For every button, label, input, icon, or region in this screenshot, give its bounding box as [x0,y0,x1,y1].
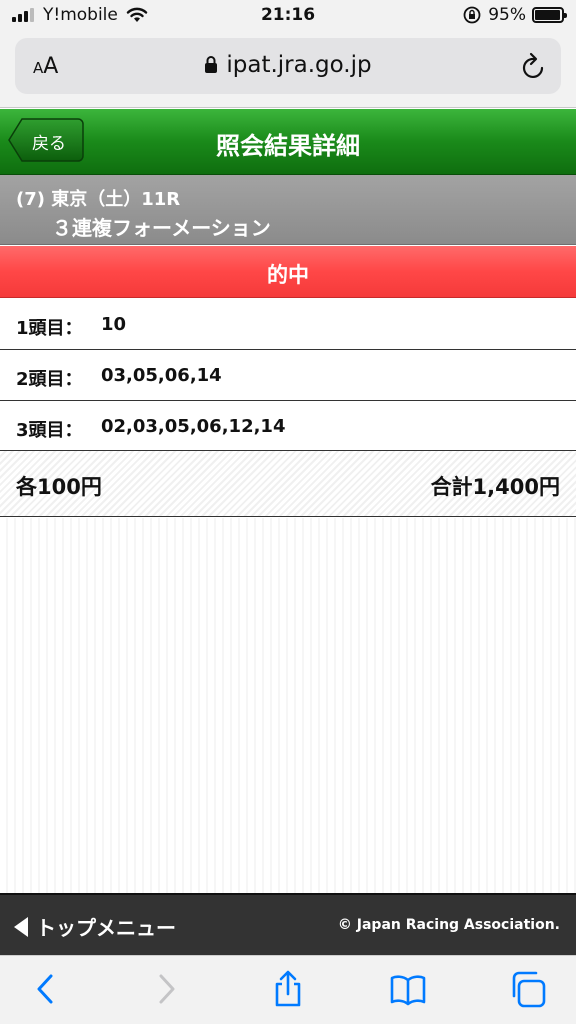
race-info: (7) 東京（土）11R ３連複フォーメーション [0,175,576,245]
status-bar: Y!mobile 21:16 95% [0,0,576,32]
back-icon[interactable] [28,970,64,1008]
rotation-lock-icon [463,6,481,24]
selection-label: 3頭目： [16,420,83,441]
battery-icon [532,7,567,23]
result-status-badge: 的中 [0,246,576,298]
lock-icon [205,56,218,73]
reload-icon[interactable] [521,52,547,80]
copyright: © Japan Racing Association. [337,917,560,933]
battery-fill [535,10,560,20]
top-menu-link[interactable]: トップメニュー [14,912,176,941]
selection-value: 03,05,06,14 [101,365,222,386]
amount-row: 各100円 合計1,400円 [0,451,576,517]
content-background [0,518,576,893]
selection-value: 02,03,05,06,12,14 [101,416,286,437]
bet-type: ３連複フォーメーション [52,216,271,240]
amount-per-bet: 各100円 [16,475,102,499]
url-text[interactable]: ipat.jra.go.jp [15,52,561,78]
selection-label: 1頭目： [16,318,83,339]
battery-percent: 95% [488,5,526,25]
amount-total: 合計1,400円 [430,475,560,499]
race-name: (7) 東京（土）11R [16,189,181,210]
selection-row: 3頭目： 02,03,05,06,12,14 [0,401,576,451]
page-title: 照会結果詳細 [216,132,360,160]
share-icon[interactable] [270,970,306,1008]
back-triangle-icon [14,916,28,937]
top-menu-label: トップメニュー [36,916,176,940]
browser-address-area: AA ipat.jra.go.jp [0,32,576,108]
selection-label: 2頭目： [16,369,83,390]
forward-icon[interactable] [148,970,184,1008]
selection-row: 1頭目： 10 [0,299,576,350]
title-bar: 戻る 照会結果詳細 [0,109,576,175]
page-footer: トップメニュー © Japan Racing Association. [0,893,576,955]
tabs-icon[interactable] [510,970,546,1008]
address-bar[interactable]: AA ipat.jra.go.jp [15,38,561,94]
selection-row: 2頭目： 03,05,06,14 [0,350,576,401]
bookmarks-icon[interactable] [390,970,426,1008]
selection-value: 10 [101,314,127,335]
browser-toolbar [0,955,576,1024]
